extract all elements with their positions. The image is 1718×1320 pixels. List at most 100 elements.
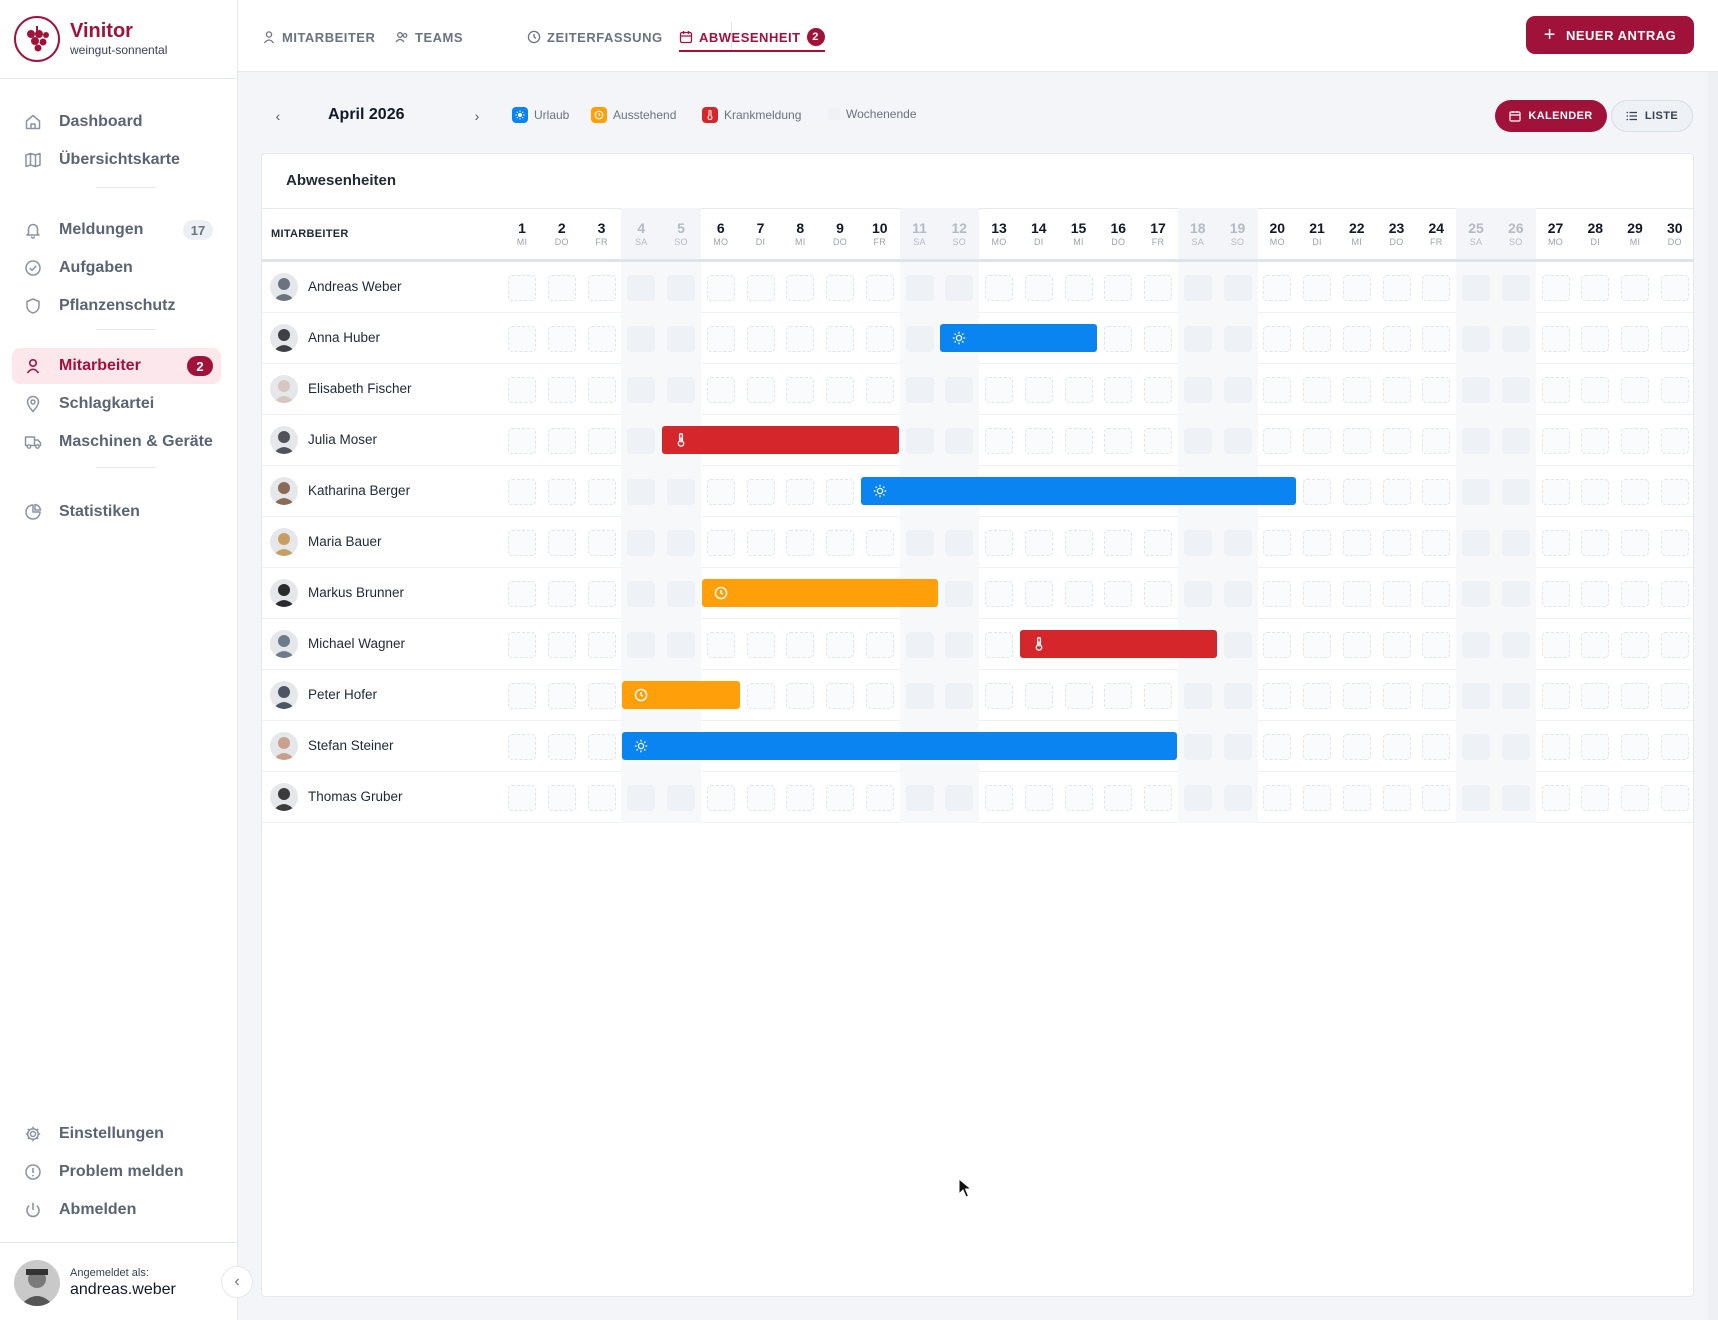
day-cell[interactable] [1422, 326, 1451, 352]
day-cell[interactable] [1183, 683, 1212, 709]
day-cell[interactable] [1581, 734, 1610, 760]
day-cell[interactable] [627, 632, 656, 658]
day-cell[interactable] [1263, 632, 1292, 658]
day-cell[interactable] [1462, 683, 1490, 709]
day-cell[interactable] [1462, 326, 1490, 352]
day-cell[interactable] [1183, 530, 1212, 556]
day-cell[interactable] [627, 581, 656, 607]
day-cell[interactable] [786, 275, 815, 301]
day-cell[interactable] [1263, 581, 1292, 607]
day-cell[interactable] [1263, 275, 1292, 301]
day-cell[interactable] [1183, 428, 1212, 454]
day-cell[interactable] [1541, 683, 1570, 709]
view-calendar-button[interactable]: KALENDER [1495, 100, 1607, 132]
day-cell[interactable] [1382, 326, 1411, 352]
day-cell[interactable] [1382, 530, 1411, 556]
day-cell[interactable] [1024, 275, 1053, 301]
day-cell[interactable] [706, 479, 735, 505]
day-cell[interactable] [1422, 479, 1451, 505]
day-cell[interactable] [1660, 428, 1689, 454]
day-cell[interactable] [1223, 530, 1252, 556]
day-cell[interactable] [1462, 734, 1490, 760]
day-cell[interactable] [547, 734, 576, 760]
day-cell[interactable] [706, 326, 735, 352]
day-cell[interactable] [627, 377, 656, 403]
day-cell[interactable] [587, 734, 616, 760]
day-cell[interactable] [945, 632, 974, 658]
sidebar-item-übersichtskarte[interactable]: Übersichtskarte [12, 142, 221, 178]
sidebar-item-aufgaben[interactable]: Aufgaben [12, 250, 221, 286]
employee-name[interactable]: Peter Hofer [308, 687, 377, 702]
current-user[interactable]: Angemeldet als: andreas.weber [14, 1260, 176, 1306]
tab-zeiterfassung[interactable]: ZEITERFASSUNG [527, 25, 663, 49]
scrollbar[interactable] [1708, 72, 1718, 1320]
day-cell[interactable] [1501, 734, 1530, 760]
day-cell[interactable] [667, 632, 695, 658]
day-cell[interactable] [1462, 632, 1490, 658]
day-cell[interactable] [826, 479, 854, 505]
day-cell[interactable] [1382, 275, 1411, 301]
day-cell[interactable] [746, 632, 775, 658]
day-cell[interactable] [865, 785, 894, 811]
day-cell[interactable] [1303, 275, 1331, 301]
day-cell[interactable] [706, 530, 735, 556]
employee-name[interactable]: Markus Brunner [308, 585, 404, 600]
sidebar-item-einstellungen[interactable]: Einstellungen [12, 1116, 221, 1152]
day-cell[interactable] [1104, 530, 1133, 556]
day-cell[interactable] [746, 530, 775, 556]
day-cell[interactable] [1104, 377, 1133, 403]
absence-bar-ausstehend[interactable] [622, 681, 740, 709]
day-cell[interactable] [1501, 326, 1530, 352]
day-cell[interactable] [1223, 632, 1252, 658]
day-cell[interactable] [706, 377, 735, 403]
day-cell[interactable] [1382, 377, 1411, 403]
day-cell[interactable] [826, 326, 854, 352]
day-cell[interactable] [508, 734, 536, 760]
day-cell[interactable] [1303, 632, 1331, 658]
day-cell[interactable] [1621, 326, 1649, 352]
absence-bar-urlaub[interactable] [622, 732, 1177, 760]
day-cell[interactable] [508, 377, 536, 403]
employee-name[interactable]: Julia Moser [308, 432, 377, 447]
day-cell[interactable] [1303, 530, 1331, 556]
employee-name[interactable]: Elisabeth Fischer [308, 381, 412, 396]
day-cell[interactable] [1144, 326, 1172, 352]
day-cell[interactable] [1660, 581, 1689, 607]
day-cell[interactable] [1541, 326, 1570, 352]
day-cell[interactable] [1183, 581, 1212, 607]
day-cell[interactable] [1581, 581, 1610, 607]
day-cell[interactable] [1422, 734, 1451, 760]
day-cell[interactable] [1342, 275, 1371, 301]
day-cell[interactable] [1462, 581, 1490, 607]
day-cell[interactable] [1422, 275, 1451, 301]
day-cell[interactable] [1541, 530, 1570, 556]
day-cell[interactable] [905, 632, 934, 658]
employee-name[interactable]: Stefan Steiner [308, 738, 394, 753]
day-cell[interactable] [1462, 377, 1490, 403]
employee-name[interactable]: Andreas Weber [308, 279, 402, 294]
day-cell[interactable] [1422, 581, 1451, 607]
day-cell[interactable] [1263, 785, 1292, 811]
employee-name[interactable]: Maria Bauer [308, 534, 382, 549]
day-cell[interactable] [1660, 530, 1689, 556]
day-cell[interactable] [1342, 428, 1371, 454]
day-cell[interactable] [1660, 785, 1689, 811]
day-cell[interactable] [1263, 428, 1292, 454]
day-cell[interactable] [1660, 377, 1689, 403]
day-cell[interactable] [1462, 479, 1490, 505]
day-cell[interactable] [1104, 428, 1133, 454]
day-cell[interactable] [547, 275, 576, 301]
day-cell[interactable] [1263, 734, 1292, 760]
day-cell[interactable] [1541, 428, 1570, 454]
day-cell[interactable] [1621, 377, 1649, 403]
sidebar-item-statistiken[interactable]: Statistiken [12, 494, 221, 530]
day-cell[interactable] [1462, 785, 1490, 811]
day-cell[interactable] [1342, 785, 1371, 811]
day-cell[interactable] [508, 632, 536, 658]
day-cell[interactable] [1223, 428, 1252, 454]
day-cell[interactable] [1422, 683, 1451, 709]
day-cell[interactable] [905, 377, 934, 403]
day-cell[interactable] [1104, 785, 1133, 811]
absence-bar-krank[interactable] [662, 426, 899, 454]
day-cell[interactable] [1144, 785, 1172, 811]
